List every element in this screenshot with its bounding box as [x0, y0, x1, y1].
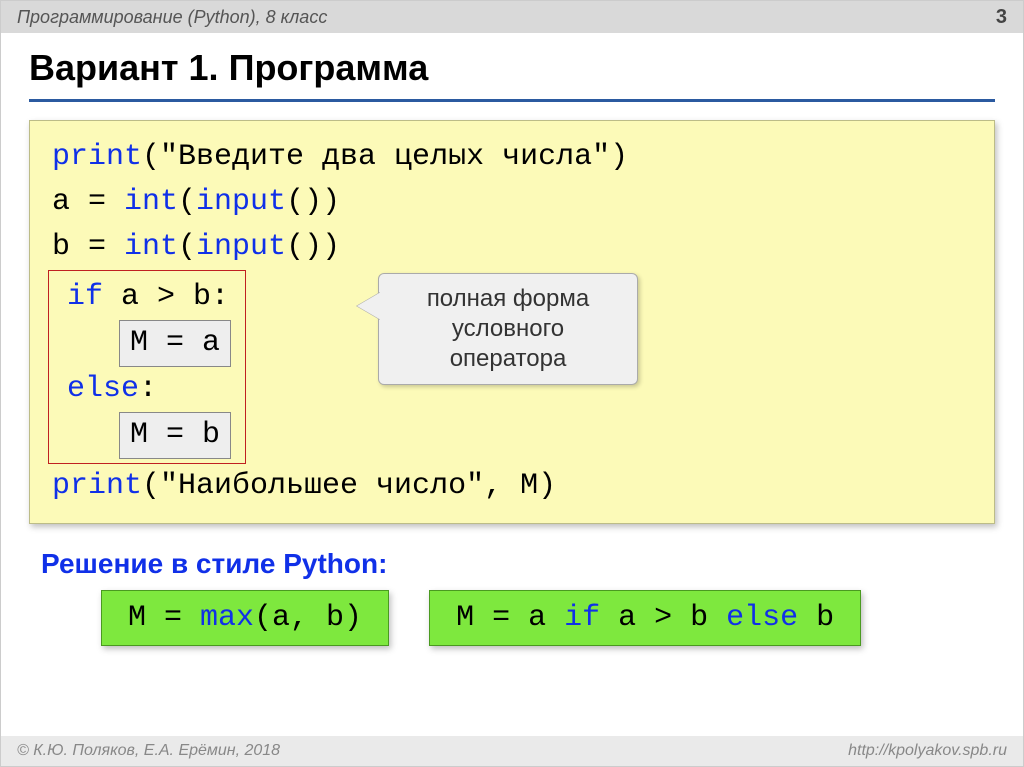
callout-line: оператора: [387, 344, 629, 374]
footer-copyright: © К.Ю. Поляков, Е.А. Ерёмин, 2018: [17, 742, 280, 760]
if-else-box: if a > b: M = a else: M = b: [48, 270, 246, 464]
green-box-ternary: M = a if a > b else b: [429, 590, 861, 646]
footer-url: http://kpolyakov.spb.ru: [848, 742, 1007, 760]
callout-line: полная форма: [387, 284, 629, 314]
kw-input: input: [196, 185, 286, 219]
kw-int: int: [124, 230, 178, 264]
code-block: print("Введите два целых числа") a = int…: [29, 120, 995, 524]
callout-line: условного: [387, 314, 629, 344]
code-line-1: print("Введите два целых числа"): [52, 135, 972, 180]
kw-print: print: [52, 140, 142, 174]
assign-m-b: M = b: [119, 412, 231, 459]
page-number: 3: [996, 6, 1007, 29]
slide-footer: © К.Ю. Поляков, Е.А. Ерёмин, 2018 http:/…: [1, 736, 1023, 766]
code-line-m-a: M = a: [49, 320, 231, 367]
code-line-m-b: M = b: [49, 412, 231, 459]
code-line-2: a = int(input()): [52, 180, 972, 225]
kw-input: input: [196, 230, 286, 264]
code-line-print2: print("Наибольшее число", M): [52, 464, 972, 509]
header-subject: Программирование (Python), 8 класс: [17, 7, 327, 28]
green-box-max: M = max(a, b): [101, 590, 389, 646]
green-row: M = max(a, b) M = a if a > b else b: [1, 590, 1023, 646]
code-line-3: b = int(input()): [52, 225, 972, 270]
title-underline: [29, 99, 995, 102]
code-line-else: else:: [49, 367, 231, 412]
kw-print: print: [52, 469, 142, 503]
code-line-if: if a > b:: [49, 275, 231, 320]
slide-header: Программирование (Python), 8 класс 3: [1, 1, 1023, 33]
callout-box: полная форма условного оператора: [378, 273, 638, 385]
kw-max: max: [200, 601, 254, 635]
callout-tail-icon: [357, 292, 381, 320]
slide-title: Вариант 1. Программа: [1, 33, 1023, 99]
kw-if: if: [564, 601, 600, 635]
kw-if: if: [67, 280, 103, 314]
kw-else: else: [67, 372, 139, 406]
kw-int: int: [124, 185, 178, 219]
assign-m-a: M = a: [119, 320, 231, 367]
subtitle: Решение в стиле Python:: [1, 524, 1023, 590]
kw-else: else: [726, 601, 798, 635]
